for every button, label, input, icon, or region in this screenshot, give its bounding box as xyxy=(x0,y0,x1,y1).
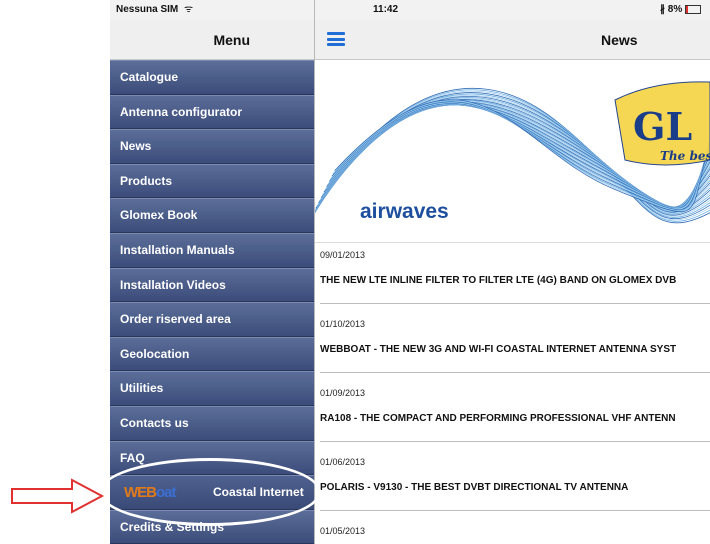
menu-item-catalogue[interactable]: Catalogue xyxy=(110,60,314,95)
highlight-ellipse xyxy=(99,458,321,526)
news-date: 01/10/2013 xyxy=(315,312,710,336)
news-date: 01/05/2013 xyxy=(315,519,710,543)
glomex-tagline: The best xyxy=(660,149,710,163)
news-separator xyxy=(320,441,710,442)
clock: 11:42 xyxy=(373,4,399,15)
menu-item-utilities[interactable]: Utilities xyxy=(110,371,314,406)
news-separator xyxy=(320,372,710,373)
menu-item-glomex-book[interactable]: Glomex Book xyxy=(110,198,314,233)
menu-item-label: Catalogue xyxy=(120,70,179,84)
page-title: News xyxy=(601,32,638,48)
menu-item-installation-videos[interactable]: Installation Videos xyxy=(110,267,314,303)
menu-item-label: Order riserved area xyxy=(120,312,231,327)
menu-item-label: Installation Videos xyxy=(120,277,226,292)
red-arrow-icon xyxy=(11,478,105,514)
menu-item-label: Utilities xyxy=(120,381,164,396)
menu-item-products[interactable]: Products xyxy=(110,163,314,199)
battery-percent: 8% xyxy=(667,4,683,15)
news-date: 09/01/2013 xyxy=(315,243,710,267)
menu-item-label: Installation Manuals xyxy=(120,242,235,257)
news-date: 01/09/2013 xyxy=(315,381,710,405)
menu-item-label: Contacts us xyxy=(120,415,189,430)
battery-icon xyxy=(685,4,702,14)
battery-indicator: ∦ 8% xyxy=(660,0,702,20)
menu-item-news[interactable]: News xyxy=(110,129,314,164)
news-item[interactable]: WEBBOAT - THE NEW 3G AND WI-FI COASTAL I… xyxy=(315,336,710,381)
menu-item-label: FAQ xyxy=(120,450,145,465)
news-headline: WEBBOAT - THE NEW 3G AND WI-FI COASTAL I… xyxy=(320,344,677,355)
news-item[interactable]: POLARIS - V9130 - THE BEST DVBT DIRECTIO… xyxy=(315,474,710,519)
airwaves-part2: waves xyxy=(385,200,449,223)
status-bar-left: Nessuna SIM ᯤ xyxy=(110,0,314,20)
bluetooth-icon: ∦ xyxy=(660,4,665,15)
wifi-icon: ᯤ xyxy=(184,4,194,15)
news-headline: RA108 - THE COMPACT AND PERFORMING PROFE… xyxy=(320,413,676,424)
news-header: News xyxy=(315,20,710,60)
menu-header: Menu xyxy=(110,20,314,60)
airwaves-logo: airwaves xyxy=(360,200,449,224)
news-headline: POLARIS - V9130 - THE BEST DVBT DIRECTIO… xyxy=(320,482,629,493)
menu-item-contacts-us[interactable]: Contacts us xyxy=(110,405,314,441)
hamburger-menu-icon[interactable] xyxy=(327,32,345,46)
carrier-label: Nessuna SIM xyxy=(116,4,179,15)
main-panel: 11:42 ∦ 8% News GL The best airwaves 09/… xyxy=(315,0,710,544)
status-bar-right: 11:42 ∦ 8% xyxy=(315,0,710,20)
menu-item-label: Glomex Book xyxy=(120,208,198,223)
menu-item-label: Geolocation xyxy=(120,346,190,361)
news-date: 01/06/2013 xyxy=(315,450,710,474)
news-item[interactable]: THE NEW LTE INLINE FILTER TO FILTER LTE … xyxy=(315,267,710,312)
menu-item-label: Antenna configurator xyxy=(120,104,242,119)
menu-item-geolocation[interactable]: Geolocation xyxy=(110,336,314,372)
news-list: 09/01/2013 THE NEW LTE INLINE FILTER TO … xyxy=(315,243,710,543)
news-separator xyxy=(320,510,710,511)
news-headline: THE NEW LTE INLINE FILTER TO FILTER LTE … xyxy=(320,275,677,286)
news-item[interactable]: RA108 - THE COMPACT AND PERFORMING PROFE… xyxy=(315,405,710,450)
news-banner[interactable]: GL The best airwaves xyxy=(315,60,710,243)
menu-item-label: Products xyxy=(120,173,173,188)
news-separator xyxy=(320,303,710,304)
menu-item-antenna-configurator[interactable]: Antenna configurator xyxy=(110,94,314,130)
menu-item-label: News xyxy=(120,139,152,154)
menu-item-installation-manuals[interactable]: Installation Manuals xyxy=(110,232,314,268)
menu-title: Menu xyxy=(213,32,250,48)
glomex-logo-text: GL xyxy=(633,104,692,149)
menu-item-order-reserved-area[interactable]: Order riserved area xyxy=(110,302,314,337)
airwaves-part1: air xyxy=(360,200,386,223)
